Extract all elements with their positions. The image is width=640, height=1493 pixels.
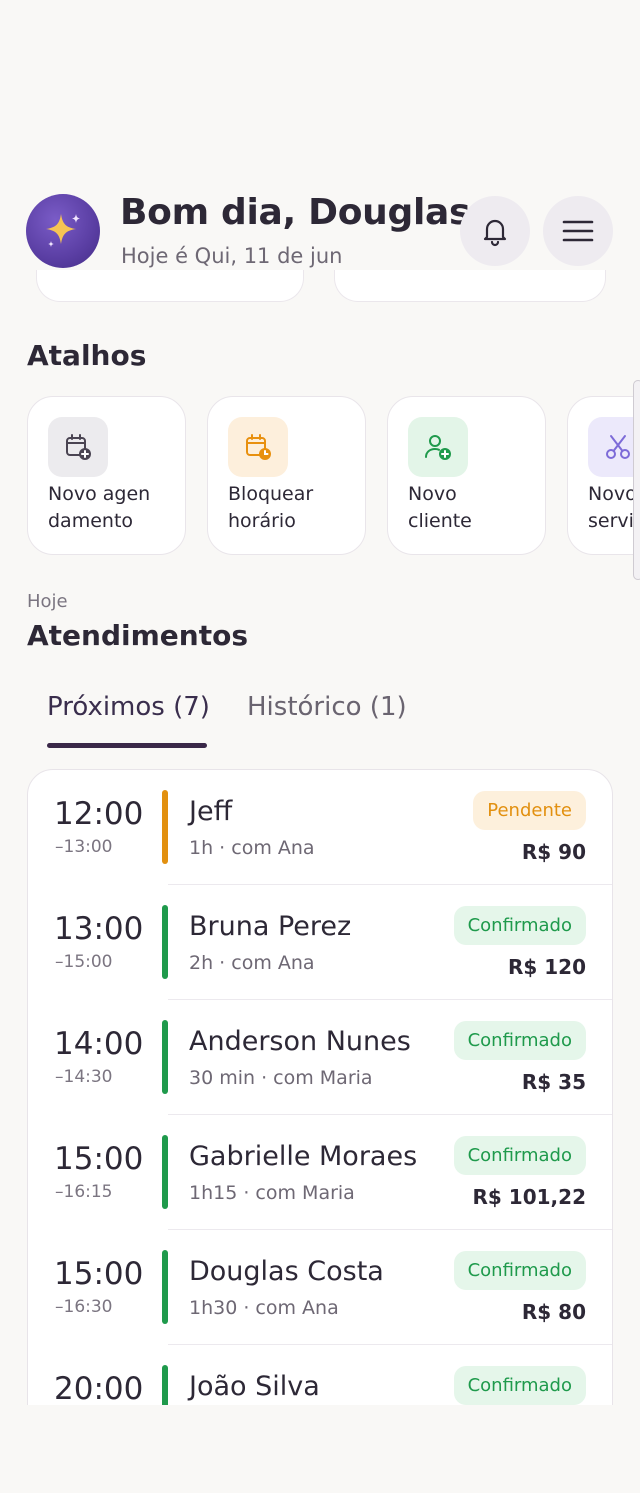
client-name: Gabrielle Moraes (189, 1141, 418, 1172)
status-badge: Confirmado (453, 1251, 586, 1290)
summary-card-peek (36, 270, 304, 302)
duration-staff: 1h · com Ana (189, 837, 315, 859)
client-name: Douglas Costa (189, 1256, 384, 1287)
shortcut-label: Novo cliente (408, 483, 472, 532)
start-time: 14:00 (54, 1026, 144, 1062)
start-time: 20:00 (54, 1371, 144, 1405)
greeting-title: Bom dia, Douglas (120, 192, 471, 233)
client-name: Anderson Nunes (189, 1026, 411, 1057)
appointments-title: Atendimentos (27, 619, 249, 652)
price: R$ 80 (521, 1300, 586, 1324)
notifications-button[interactable] (460, 196, 530, 266)
home-screen: Bom dia, Douglas Hoje é Qui, 11 de jun A… (0, 0, 640, 1405)
shortcut-new-client[interactable]: Novo cliente (387, 396, 546, 555)
tab-upcoming[interactable]: Próximos (7) (47, 692, 210, 722)
shortcut-block-time[interactable]: Bloquear horário (207, 396, 366, 555)
end-time: –16:30 (55, 1297, 113, 1317)
status-bar (162, 790, 168, 864)
end-time: –15:00 (55, 952, 113, 972)
user-add-icon (423, 432, 453, 462)
appointment-row[interactable]: 12:00 –13:00 Jeff 1h · com Ana Pendente … (28, 770, 612, 885)
bell-icon (483, 219, 507, 247)
status-badge: Confirmado (453, 1136, 586, 1175)
appointment-row[interactable]: 20:00 João Silva Confirmado (28, 1345, 612, 1405)
scissors-icon (603, 432, 633, 462)
appointments-list: 12:00 –13:00 Jeff 1h · com Ana Pendente … (27, 769, 613, 1405)
status-bar (162, 905, 168, 979)
tab-history[interactable]: Histórico (1) (247, 692, 407, 722)
price: R$ 90 (521, 840, 586, 864)
shortcuts-title: Atalhos (27, 339, 147, 372)
client-name: Bruna Perez (189, 911, 352, 942)
appointment-row[interactable]: 15:00 –16:15 Gabrielle Moraes 1h15 · com… (28, 1115, 612, 1230)
status-badge: Confirmado (453, 1021, 586, 1060)
appointment-row[interactable]: 15:00 –16:30 Douglas Costa 1h30 · com An… (28, 1230, 612, 1345)
end-time: –13:00 (55, 837, 113, 857)
horizontal-scroll-handle[interactable] (633, 380, 640, 580)
shortcut-label: Novo agen damento (48, 483, 151, 532)
summary-card-peek (334, 270, 606, 302)
status-bar (162, 1020, 168, 1094)
status-bar (162, 1365, 168, 1405)
hamburger-menu-icon (562, 220, 594, 242)
shortcut-new-appointment[interactable]: Novo agen damento (27, 396, 186, 555)
duration-staff: 1h15 · com Maria (189, 1182, 355, 1204)
price: R$ 101,22 (472, 1185, 586, 1209)
menu-button[interactable] (543, 196, 613, 266)
date-subtitle: Hoje é Qui, 11 de jun (121, 244, 343, 268)
status-badge: Confirmado (453, 1366, 586, 1405)
shortcut-icon-box (228, 417, 288, 477)
duration-staff: 1h30 · com Ana (189, 1297, 339, 1319)
client-name: Jeff (189, 796, 233, 827)
client-name: João Silva (189, 1371, 320, 1402)
active-tab-indicator (47, 743, 207, 748)
status-badge: Pendente (473, 791, 586, 830)
status-bar (162, 1135, 168, 1209)
price: R$ 120 (507, 955, 586, 979)
calendar-clock-icon (243, 432, 273, 462)
appointment-row[interactable]: 13:00 –15:00 Bruna Perez 2h · com Ana Co… (28, 885, 612, 1000)
section-overline: Hoje (27, 591, 68, 612)
shortcut-label: Bloquear horário (228, 483, 314, 532)
calendar-add-icon (63, 432, 93, 462)
start-time: 15:00 (54, 1141, 144, 1177)
status-bar (162, 1250, 168, 1324)
status-badge: Confirmado (453, 906, 586, 945)
start-time: 13:00 (54, 911, 144, 947)
duration-staff: 2h · com Ana (189, 952, 315, 974)
end-time: –14:30 (55, 1067, 113, 1087)
end-time: –16:15 (55, 1182, 113, 1202)
appointment-row[interactable]: 14:00 –14:30 Anderson Nunes 30 min · com… (28, 1000, 612, 1115)
duration-staff: 30 min · com Maria (189, 1067, 373, 1089)
price: R$ 35 (521, 1070, 586, 1094)
shortcut-icon-box (48, 417, 108, 477)
shortcut-new-service[interactable]: Novo servi (567, 396, 640, 555)
shortcut-icon-box (408, 417, 468, 477)
sparkle-icon (46, 214, 80, 247)
start-time: 15:00 (54, 1256, 144, 1292)
avatar[interactable] (26, 194, 100, 268)
start-time: 12:00 (54, 796, 144, 832)
